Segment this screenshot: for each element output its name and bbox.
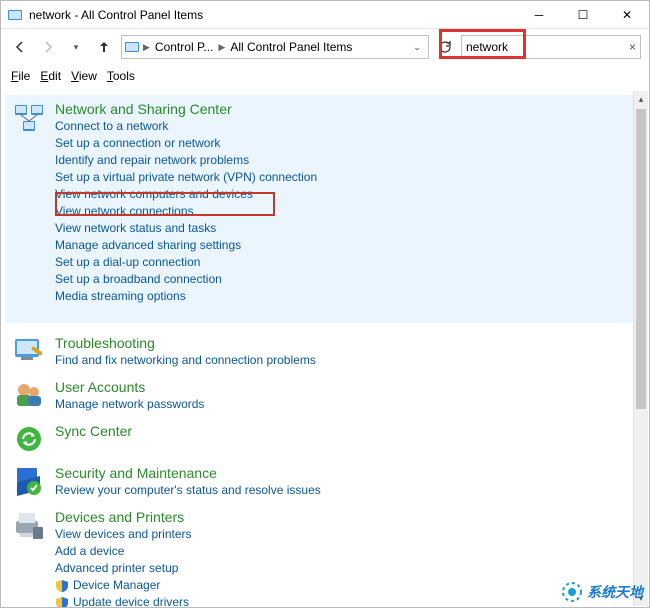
shield-icon <box>55 596 69 608</box>
link-add-device[interactable]: Add a device <box>55 543 637 560</box>
link-setup-dialup[interactable]: Set up a dial-up connection <box>55 254 637 271</box>
troubleshooting-icon <box>13 335 45 367</box>
link-manage-passwords[interactable]: Manage network passwords <box>55 396 637 413</box>
link-connect-network[interactable]: Connect to a network <box>55 118 637 135</box>
chevron-right-icon[interactable]: ▶ <box>142 42 151 53</box>
selected-section: Network and Sharing Center Connect to a … <box>5 95 645 323</box>
section-title-user-accounts[interactable]: User Accounts <box>55 379 637 395</box>
watermark-text: 系统天地 <box>587 582 643 602</box>
maximize-button[interactable]: ☐ <box>561 1 605 29</box>
search-input[interactable] <box>466 40 606 54</box>
menu-view[interactable]: View <box>71 69 97 83</box>
section-title-network-sharing[interactable]: Network and Sharing Center <box>55 101 637 117</box>
scrollbar-thumb[interactable] <box>636 109 646 409</box>
window-title: network - All Control Panel Items <box>29 8 203 22</box>
user-accounts-icon <box>13 379 45 411</box>
section-title-sync-center[interactable]: Sync Center <box>55 423 637 439</box>
link-view-connections[interactable]: View network connections <box>55 203 637 220</box>
content-area: Network and Sharing Center Connect to a … <box>1 91 649 607</box>
breadcrumb-item[interactable]: All Control Panel Items <box>228 40 354 54</box>
search-box[interactable]: × <box>461 35 641 59</box>
network-sharing-icon <box>13 101 45 133</box>
link-device-manager-label: Device Manager <box>73 577 160 594</box>
link-update-drivers[interactable]: Update device drivers <box>55 594 637 607</box>
vertical-scrollbar[interactable]: ▴ ▾ <box>633 91 648 606</box>
link-review-status[interactable]: Review your computer's status and resolv… <box>55 482 637 499</box>
back-button[interactable] <box>9 36 31 58</box>
watermark-icon <box>561 581 583 603</box>
breadcrumb-item[interactable]: Control P... <box>153 40 215 54</box>
address-bar[interactable]: ▶ Control P... ▶ All Control Panel Items… <box>121 35 429 59</box>
link-setup-connection[interactable]: Set up a connection or network <box>55 135 637 152</box>
refresh-button[interactable] <box>435 40 455 54</box>
link-setup-vpn[interactable]: Set up a virtual private network (VPN) c… <box>55 169 637 186</box>
section-title-troubleshooting[interactable]: Troubleshooting <box>55 335 637 351</box>
menu-file[interactable]: File <box>11 69 30 83</box>
link-update-drivers-label: Update device drivers <box>73 594 189 607</box>
menu-edit[interactable]: Edit <box>40 69 61 83</box>
link-identify-repair[interactable]: Identify and repair network problems <box>55 152 637 169</box>
menubar: File Edit View Tools <box>1 65 649 87</box>
link-media-streaming[interactable]: Media streaming options <box>55 288 637 305</box>
minimize-button[interactable]: ─ <box>517 1 561 29</box>
section-title-devices-printers[interactable]: Devices and Printers <box>55 509 637 525</box>
shield-icon <box>55 579 69 593</box>
forward-button[interactable] <box>37 36 59 58</box>
link-device-manager[interactable]: Device Manager <box>55 577 637 594</box>
devices-printers-icon <box>13 509 45 541</box>
watermark: 系统天地 <box>561 581 643 603</box>
recent-dropdown[interactable]: ▾ <box>65 36 87 58</box>
link-advanced-printer[interactable]: Advanced printer setup <box>55 560 637 577</box>
chevron-right-icon[interactable]: ▶ <box>217 42 226 53</box>
link-manage-sharing[interactable]: Manage advanced sharing settings <box>55 237 637 254</box>
link-view-computers[interactable]: View network computers and devices <box>55 186 637 203</box>
link-view-status-tasks[interactable]: View network status and tasks <box>55 220 637 237</box>
clear-search-button[interactable]: × <box>629 40 636 54</box>
section-title-security-maintenance[interactable]: Security and Maintenance <box>55 465 637 481</box>
control-panel-icon <box>7 7 23 23</box>
link-find-fix-networking[interactable]: Find and fix networking and connection p… <box>55 352 637 369</box>
up-button[interactable] <box>93 36 115 58</box>
folder-icon <box>124 39 140 55</box>
address-bar-row: ▾ ▶ Control P... ▶ All Control Panel Ite… <box>1 29 649 65</box>
close-button[interactable]: ✕ <box>605 1 649 29</box>
menu-tools[interactable]: Tools <box>107 69 135 83</box>
titlebar: network - All Control Panel Items ─ ☐ ✕ <box>1 1 649 29</box>
security-maintenance-icon <box>13 465 45 497</box>
address-dropdown[interactable]: ⌄ <box>408 42 426 53</box>
scroll-up-button[interactable]: ▴ <box>634 91 648 107</box>
link-setup-broadband[interactable]: Set up a broadband connection <box>55 271 637 288</box>
sync-center-icon <box>13 423 45 455</box>
link-view-devices[interactable]: View devices and printers <box>55 526 637 543</box>
